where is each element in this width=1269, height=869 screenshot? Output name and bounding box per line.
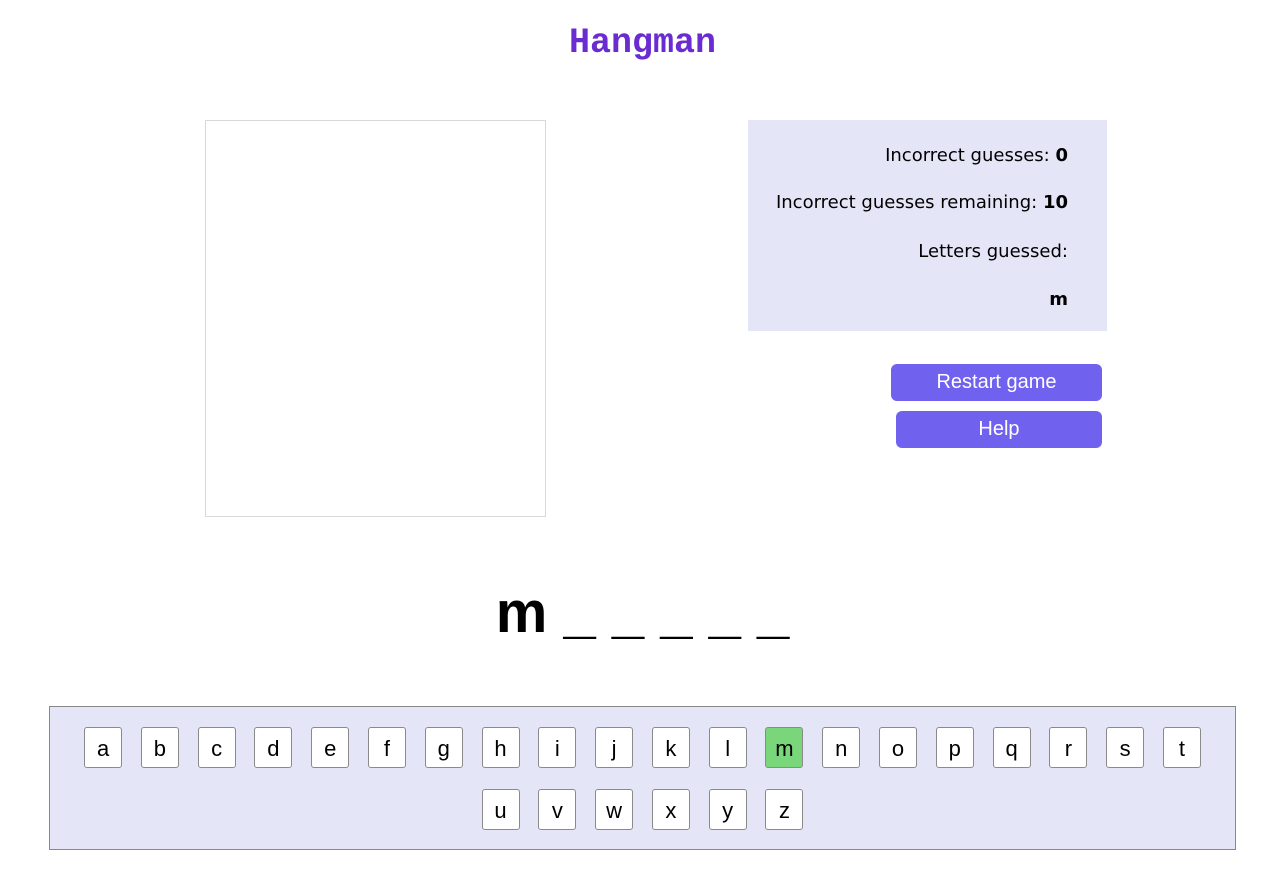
letter-key-a[interactable]: a (84, 727, 123, 768)
letter-key-v[interactable]: v (538, 789, 577, 830)
incorrect-guesses-line: Incorrect guesses: 0 (885, 145, 1068, 166)
letters-guessed-label: Letters guessed: (918, 241, 1068, 262)
letter-key-z[interactable]: z (765, 789, 804, 830)
letter-keyboard: abcdefghijklmnopqrst uvwxyz (49, 706, 1236, 850)
hangman-drawing-area (205, 120, 546, 517)
letter-key-h[interactable]: h (481, 727, 520, 768)
game-title: Hangman (568, 23, 717, 63)
letter-key-r[interactable]: r (1049, 727, 1088, 768)
letter-key-m[interactable]: m (765, 727, 804, 768)
letter-key-f[interactable]: f (367, 727, 406, 768)
keyboard-row-1: abcdefghijklmnopqrst (50, 727, 1235, 768)
letter-key-x[interactable]: x (651, 789, 690, 830)
keyboard-row-2: uvwxyz (50, 789, 1235, 830)
letter-key-j[interactable]: j (595, 727, 634, 768)
stats-panel: Incorrect guesses: 0 Incorrect guesses r… (748, 120, 1107, 331)
remaining-guesses-line: Incorrect guesses remaining: 10 (776, 192, 1068, 213)
letter-key-c[interactable]: c (197, 727, 236, 768)
letter-key-q[interactable]: q (992, 727, 1031, 768)
help-button[interactable]: Help (896, 411, 1102, 448)
letter-key-y[interactable]: y (708, 789, 747, 830)
letter-key-p[interactable]: p (935, 727, 974, 768)
letter-key-n[interactable]: n (822, 727, 861, 768)
letter-key-i[interactable]: i (538, 727, 577, 768)
letters-guessed-list: m (1049, 289, 1068, 310)
letter-key-g[interactable]: g (424, 727, 463, 768)
restart-game-button[interactable]: Restart game (891, 364, 1102, 401)
incorrect-guesses-value: 0 (1055, 145, 1068, 166)
letter-key-t[interactable]: t (1162, 727, 1201, 768)
letter-key-b[interactable]: b (140, 727, 179, 768)
remaining-guesses-value: 10 (1042, 192, 1068, 213)
word-display: m _ _ _ _ _ (495, 580, 790, 645)
incorrect-guesses-label: Incorrect guesses: (885, 145, 1056, 166)
letter-key-e[interactable]: e (311, 727, 350, 768)
letter-key-o[interactable]: o (879, 727, 918, 768)
letter-key-l[interactable]: l (708, 727, 747, 768)
remaining-guesses-label: Incorrect guesses remaining: (775, 192, 1043, 213)
letter-key-k[interactable]: k (651, 727, 690, 768)
letter-key-u[interactable]: u (481, 789, 520, 830)
letter-key-d[interactable]: d (254, 727, 293, 768)
letter-key-w[interactable]: w (595, 789, 634, 830)
letter-key-s[interactable]: s (1106, 727, 1145, 768)
